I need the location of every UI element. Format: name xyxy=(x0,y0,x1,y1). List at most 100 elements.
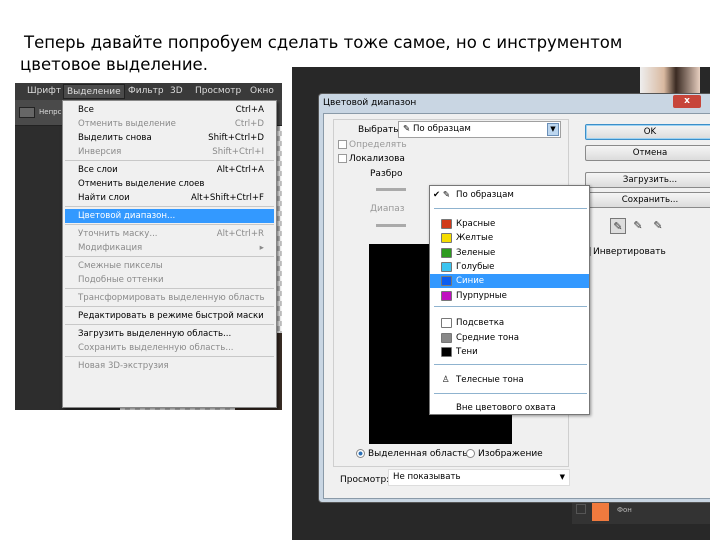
dropdown-separator xyxy=(434,306,587,307)
close-button[interactable]: x xyxy=(673,95,701,108)
menu-item[interactable]: Отменить выделение Ctrl+D xyxy=(65,117,274,131)
dropdown-item-color[interactable]: Пурпурные xyxy=(430,289,589,303)
menu-item[interactable]: Смежные пикселы xyxy=(65,259,274,273)
dropdown-item-color[interactable]: Красные xyxy=(430,217,589,231)
menu-item[interactable]: Сохранить выделенную область... xyxy=(65,341,274,355)
dropdown-item-color[interactable]: Голубые xyxy=(430,260,589,274)
preview-label: Просмотр: xyxy=(340,475,390,485)
load-button[interactable]: Загрузить... xyxy=(585,172,710,188)
menu-item-label: Модификация xyxy=(78,243,143,253)
localized-checkbox[interactable]: Локализова xyxy=(338,154,405,164)
menu-item[interactable]: Инверсия Shift+Ctrl+I xyxy=(65,145,274,159)
menu-separator xyxy=(65,160,274,161)
menu-item[interactable]: Уточнить маску... Alt+Ctrl+R xyxy=(65,227,274,241)
menu-item-label: Выделить снова xyxy=(78,133,152,143)
menu-item[interactable]: Отменить выделение слоев xyxy=(65,177,274,191)
color-range-dialog: Цветовой диапазон x Выбрать: ✎ По образц… xyxy=(318,93,710,503)
menu-item[interactable]: Подобные оттенки xyxy=(65,273,274,287)
visibility-toggle[interactable] xyxy=(576,504,586,514)
menu-item-label: Смежные пикселы xyxy=(78,261,163,271)
menu-item-shortcut: Ctrl+D xyxy=(234,119,264,129)
menu-item[interactable]: Найти слои Alt+Shift+Ctrl+F xyxy=(65,191,274,205)
chevron-down-icon[interactable]: ▼ xyxy=(547,123,559,136)
radio-selection[interactable]: Выделенная область xyxy=(356,449,468,459)
menu-item-shortcut: Alt+Ctrl+A xyxy=(216,165,264,175)
menu-item-label: Уточнить маску... xyxy=(78,229,158,239)
menu-bar: Шрифт Выделение Фильтр 3D Просмотр Окно xyxy=(15,83,282,100)
color-swatch xyxy=(441,332,452,343)
options-label: Непрс xyxy=(39,108,62,116)
dropdown-item-tone[interactable]: Подсветка xyxy=(430,316,589,330)
menu-item-label: Новая 3D-экструзия xyxy=(78,361,169,371)
dropdown-item-color[interactable]: Желтые xyxy=(430,231,589,245)
dropdown-separator xyxy=(434,393,587,394)
dropdown-item-tone[interactable]: Средние тона xyxy=(430,331,589,345)
select-menu: Все Ctrl+A Отменить выделение Ctrl+D Выделит… xyxy=(62,100,277,408)
menu-separator xyxy=(65,324,274,325)
select-dropdown[interactable]: ✎ По образцам ▼ xyxy=(398,121,561,138)
menu-item-label: Все xyxy=(78,105,94,115)
menu-item[interactable]: Загрузить выделенную область... xyxy=(65,327,274,341)
eyedropper-plus-icon[interactable]: ✎ xyxy=(630,218,646,234)
eyedropper-minus-icon[interactable]: ✎ xyxy=(650,218,666,234)
ok-button[interactable]: OK xyxy=(585,124,710,140)
preview-select[interactable]: Не показывать ▼ xyxy=(388,469,570,486)
dropdown-item-gamut[interactable]: Вне цветового охвата xyxy=(430,401,589,415)
menu-item[interactable]: Выделить снова Shift+Ctrl+D xyxy=(65,131,274,145)
menu-separator xyxy=(65,288,274,289)
menu-item-label: Подобные оттенки xyxy=(78,275,164,285)
eyedropper-icon[interactable]: ✎ xyxy=(610,218,626,234)
person-icon: ♙ xyxy=(442,375,450,385)
detect-checkbox[interactable]: Определять xyxy=(338,140,407,150)
menu-item[interactable]: Новая 3D-экструзия xyxy=(65,359,274,373)
menu-item[interactable]: Все слои Alt+Ctrl+A xyxy=(65,163,274,177)
menu-item-shortcut: ▸ xyxy=(259,243,264,253)
menu-item[interactable]: Все Ctrl+A xyxy=(65,103,274,117)
color-swatch xyxy=(441,219,452,229)
menu-item-label: Загрузить выделенную область... xyxy=(78,329,232,339)
photo-thumbnail xyxy=(640,67,700,93)
color-range-screenshot: Фон Цветовой диапазон x Выбрать: ✎ По об… xyxy=(292,67,710,540)
color-swatch xyxy=(441,347,452,357)
menu-item-label: Сохранить выделенную область... xyxy=(78,343,234,353)
cancel-button[interactable]: Отмена xyxy=(585,145,710,161)
dropdown-item-skin[interactable]: ♙ Телесные тона xyxy=(430,373,589,387)
menu-item[interactable]: Модификация ▸ xyxy=(65,241,274,255)
menu-separator xyxy=(65,356,274,357)
menu-select[interactable]: Выделение xyxy=(63,84,125,99)
color-swatch xyxy=(441,233,452,244)
color-swatch xyxy=(441,261,452,272)
menu-filter[interactable]: Фильтр xyxy=(128,86,164,96)
dropdown-item-color[interactable]: Синие xyxy=(430,274,589,289)
menu-item[interactable]: Редактировать в режиме быстрой маски xyxy=(65,309,274,323)
eyedropper-icon: ✎ xyxy=(403,124,413,134)
fuzziness-label: Разбро xyxy=(370,169,403,179)
radio-image[interactable]: Изображение xyxy=(466,449,543,459)
layer-name: Фон xyxy=(617,506,632,514)
menu-font[interactable]: Шрифт xyxy=(27,86,61,96)
dropdown-item-sampled[interactable]: ✔ ✎ По образцам xyxy=(430,188,589,202)
dropdown-item-tone[interactable]: Тени xyxy=(430,345,589,359)
range-label: Диапаз xyxy=(370,204,405,214)
fuzziness-slider[interactable] xyxy=(376,188,406,191)
menu-3d[interactable]: 3D xyxy=(170,86,183,96)
stepper[interactable] xyxy=(19,107,35,118)
layer-thumbnail xyxy=(592,501,609,521)
invert-checkbox[interactable]: Инвертировать xyxy=(582,247,666,257)
menu-item-label: Цветовой диапазон... xyxy=(78,211,176,221)
menu-item-shortcut: Alt+Shift+Ctrl+F xyxy=(190,193,264,203)
menu-item[interactable]: Цветовой диапазон... xyxy=(65,209,274,223)
menu-item[interactable]: Трансформировать выделенную область xyxy=(65,291,274,305)
select-label: Выбрать: xyxy=(358,125,402,135)
dropdown-item-color[interactable]: Зеленые xyxy=(430,246,589,260)
menu-item-label: Трансформировать выделенную область xyxy=(78,293,265,303)
range-slider[interactable] xyxy=(376,224,406,227)
select-value: По образцам xyxy=(412,124,471,134)
menu-item-label: Отменить выделение xyxy=(78,119,176,129)
menu-window[interactable]: Окно xyxy=(250,86,274,96)
menu-view[interactable]: Просмотр xyxy=(195,86,241,96)
dropdown-separator xyxy=(434,364,587,365)
save-button[interactable]: Сохранить... xyxy=(585,192,710,208)
dialog-title: Цветовой диапазон xyxy=(323,98,417,108)
menu-item-label: Отменить выделение слоев xyxy=(78,179,205,189)
